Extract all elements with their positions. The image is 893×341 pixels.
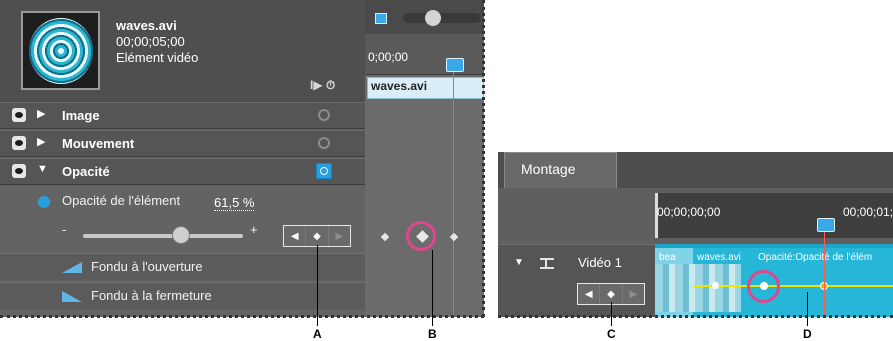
callout-label-b: B	[428, 327, 437, 341]
clip-waves-label: waves.avi	[697, 252, 741, 263]
keyframe-navigator-a: ◀ ◆ ▶	[283, 225, 351, 247]
opacity-rubber-band[interactable]	[693, 285, 893, 287]
collapse-triangle-icon[interactable]: ▼	[37, 163, 48, 175]
keyframe-highlight-ring	[747, 270, 780, 303]
opacity-property-label: Opacité de l'élément	[62, 193, 181, 208]
fade-in-label: Fondu à l'ouverture	[91, 259, 203, 274]
eye-icon[interactable]	[12, 164, 26, 178]
right-panel-dotted-edge	[498, 315, 893, 318]
effect-row-opacity[interactable]: ▼ Opacité	[0, 158, 365, 185]
effect-row-image[interactable]: ▶ Image	[0, 102, 365, 129]
clip-effect-label: Opacité:Opacité de l'élém	[758, 252, 873, 263]
expand-triangle-icon[interactable]: ▶	[37, 135, 45, 148]
current-time-indicator-head[interactable]	[446, 58, 464, 72]
video-track-header	[498, 244, 655, 317]
ruler-timecode-next: 00;00;01;0	[843, 205, 893, 219]
current-time-indicator-line	[824, 230, 825, 317]
add-keyframe-button[interactable]: ◆	[306, 226, 329, 246]
render-preview-icon[interactable]: I▶ ⏱	[310, 78, 335, 93]
zoom-slider-knob[interactable]	[425, 10, 441, 26]
prev-keyframe-button[interactable]: ◀	[284, 226, 307, 246]
opacity-slider-track[interactable]	[83, 234, 243, 238]
clip-bea-label: bea	[659, 252, 676, 263]
clip-thumbnail	[21, 11, 100, 90]
clip-type: Elément vidéo	[116, 50, 199, 65]
slider-max-label: +	[250, 222, 258, 237]
keyframe-highlight-ring	[406, 221, 436, 251]
clip-name: waves.avi	[116, 18, 177, 33]
spiral-thumbnail-image	[29, 18, 93, 84]
fade-out-row[interactable]: Fondu à la fermeture	[0, 282, 365, 309]
track-keyframe[interactable]	[712, 282, 719, 289]
fade-out-icon	[62, 291, 82, 302]
opacity-value-text[interactable]: 61,5 %	[214, 195, 255, 211]
view-toggle-icon[interactable]	[375, 13, 387, 24]
callout-line-a	[317, 245, 318, 326]
callout-line-c	[611, 302, 612, 326]
effects-clip-label: waves.avi	[371, 79, 428, 93]
callout-line-d	[807, 292, 808, 326]
current-time-indicator-head[interactable]	[817, 218, 835, 232]
ruler-timecode-start: 00;00;00;00	[657, 205, 721, 219]
clip-duration: 00;00;05;00	[116, 34, 185, 49]
next-keyframe-button[interactable]: ▶	[328, 226, 350, 246]
stopwatch-icon[interactable]	[318, 137, 330, 149]
effect-label-opacity: Opacité	[62, 164, 110, 179]
fade-out-label: Fondu à la fermeture	[91, 288, 212, 303]
eye-icon[interactable]	[12, 108, 26, 122]
property-dot-icon	[38, 196, 50, 208]
eye-icon[interactable]	[12, 136, 26, 150]
stopwatch-icon[interactable]	[318, 109, 330, 121]
track-expand-triangle-icon[interactable]: ▼	[514, 257, 524, 268]
fade-in-row[interactable]: Fondu à l'ouverture	[0, 253, 365, 280]
tab-montage-label: Montage	[521, 161, 576, 177]
effect-label-image: Image	[62, 108, 100, 123]
left-panel-dotted-right-edge	[482, 0, 485, 317]
opacity-value[interactable]: 61,5 %	[214, 195, 255, 211]
fade-in-icon	[62, 262, 82, 273]
effect-row-motion[interactable]: ▶ Mouvement	[0, 130, 365, 157]
clip-thumbnail-strip	[655, 264, 741, 312]
video-track-icon	[540, 258, 554, 269]
prev-keyframe-button[interactable]: ◀	[578, 284, 601, 304]
track-label: Vidéo 1	[578, 255, 622, 270]
effect-label-motion: Mouvement	[62, 136, 135, 151]
callout-label-c: C	[607, 327, 616, 341]
callout-label-d: D	[803, 327, 812, 341]
zoom-slider-track[interactable]	[403, 13, 481, 23]
callout-label-a: A	[313, 327, 322, 341]
add-keyframe-button[interactable]: ◆	[600, 284, 623, 304]
next-keyframe-button[interactable]: ▶	[622, 284, 644, 304]
ruler-timecode: 0;00;00	[368, 50, 409, 64]
stopwatch-active-icon[interactable]	[316, 163, 332, 179]
callout-line-b	[432, 250, 433, 326]
slider-min-label: -	[62, 222, 67, 237]
left-panel-dotted-edge	[0, 315, 484, 318]
expand-triangle-icon[interactable]: ▶	[37, 107, 45, 120]
current-time-indicator-line	[453, 70, 454, 317]
